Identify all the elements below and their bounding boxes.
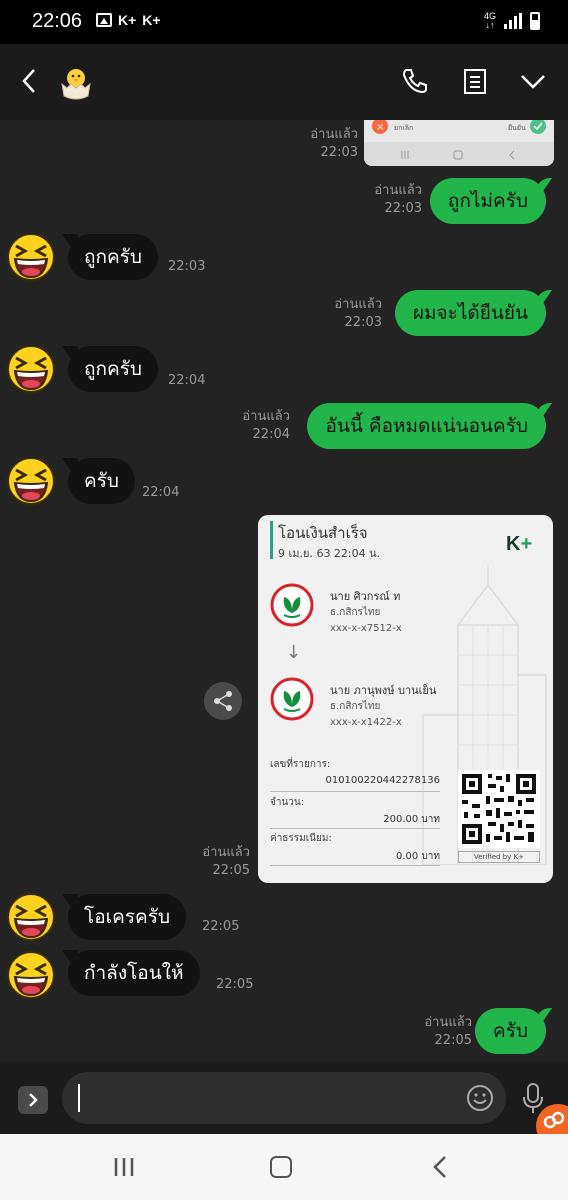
kplus-logo: K+ (506, 533, 533, 555)
back-icon[interactable] (18, 66, 42, 96)
kplus-notification-icon: K+ (142, 12, 161, 28)
kbank-logo-icon (270, 583, 314, 627)
incoming-message[interactable]: ถูกครับ (68, 346, 158, 392)
status-time: 22:06 (32, 10, 83, 32)
message-time: 22:03 (168, 259, 206, 274)
kplus-notification-icon: K+ (118, 12, 137, 28)
fee-label: ค่าธรรมเนียม: (270, 833, 332, 844)
divider (270, 828, 440, 829)
message-meta: อ่านแล้ว 22:03 (334, 297, 382, 330)
chevron-down-icon[interactable] (518, 66, 548, 96)
message-time: 22:05 (216, 977, 254, 992)
phone-icon[interactable] (400, 66, 430, 96)
incoming-message[interactable]: โอเครครับ (68, 894, 187, 940)
chevron-right-icon (29, 1093, 38, 1107)
sender-bank: ธ.กสิกรไทย (330, 607, 381, 618)
sender-name: นาย ศิวกรณ์ ท (330, 590, 401, 603)
network-4g-icon: 4G ↓↑ (483, 11, 496, 30)
emoji-icon[interactable] (466, 1084, 494, 1112)
recipient-name: นาย ภานุพงษ์ บานเย็น (330, 684, 437, 697)
share-icon[interactable] (204, 682, 242, 720)
receipt-accent-bar (270, 521, 273, 559)
status-bar: 22:06 K+ K+ 4G ↓↑ (0, 0, 568, 44)
incoming-message[interactable]: ครับ (68, 458, 135, 504)
outgoing-message[interactable]: อันนี้ คือหมดแน่นอนครับ (307, 403, 546, 449)
laughing-emoji-avatar[interactable] (6, 344, 56, 394)
home-icon[interactable] (270, 1156, 292, 1178)
message-time: 22:04 (142, 485, 180, 500)
system-navigation-bar (0, 1134, 568, 1200)
battery-icon (530, 12, 540, 30)
message-meta: อ่านแล้ว 22:03 (310, 127, 358, 160)
kbank-logo-icon (270, 677, 314, 721)
laughing-emoji-avatar[interactable] (6, 892, 56, 942)
ref-label: เลขที่รายการ: (270, 759, 331, 770)
gallery-notification-icon (96, 13, 112, 27)
arrow-down-icon: ↓ (286, 642, 302, 663)
verified-badge: Verified by K+ (458, 851, 540, 863)
message-meta: อ่านแล้ว 22:05 (202, 845, 250, 878)
message-meta: อ่านแล้ว 22:03 (374, 183, 422, 216)
laughing-emoji-avatar[interactable] (6, 950, 56, 1000)
svg-text:ยกเลิก: ยกเลิก (394, 124, 413, 132)
laughing-emoji-avatar[interactable] (6, 456, 56, 506)
amount-label: จำนวน: (270, 797, 305, 808)
fee-value: 0.00 บาท (396, 851, 440, 862)
outgoing-message[interactable]: ถูกไม่ครับ (429, 178, 546, 224)
expand-menu-button[interactable] (18, 1086, 48, 1114)
outgoing-message[interactable]: ครับ (475, 1008, 546, 1054)
recipient-bank: ธ.กสิกรไทย (330, 701, 381, 712)
message-time: 22:04 (168, 373, 206, 388)
receipt-title: โอนเงินสำเร็จ (278, 524, 368, 542)
chat-messages: อ่านแล้ว 22:03 × ยกเลิก ยืนยัน อ่านแล้ว 22… (0, 120, 568, 1062)
message-time: 22:05 (202, 919, 240, 934)
message-input[interactable] (62, 1072, 506, 1124)
qr-code (458, 770, 540, 848)
sender-account: xxx-x-x7512-x (330, 623, 402, 634)
message-meta: อ่านแล้ว 22:04 (242, 409, 290, 442)
amount-value: 200.00 บาท (383, 814, 440, 825)
message-input-bar (0, 1062, 568, 1134)
incoming-message[interactable]: กำลังโอนให้ (68, 950, 200, 996)
outgoing-message[interactable]: ผมจะได้ยืนยัน (394, 290, 546, 336)
notes-icon[interactable] (460, 66, 490, 96)
svg-text:×: × (376, 122, 384, 133)
divider (270, 865, 440, 866)
receipt-date: 9 เม.ย. 63 22:04 น. (278, 547, 381, 560)
chat-header (0, 44, 568, 120)
back-nav-icon[interactable] (430, 1154, 450, 1180)
text-cursor (78, 1084, 80, 1112)
ref-value: 010100220442278136 (325, 775, 440, 786)
signal-icon (504, 13, 522, 29)
avatar[interactable] (58, 62, 94, 102)
transfer-receipt-image[interactable]: โอนเงินสำเร็จ 9 เม.ย. 63 22:04 น. K+ นาย… (258, 515, 553, 883)
recent-apps-icon[interactable] (112, 1156, 136, 1178)
svg-text:ยืนยัน: ยืนยัน (508, 124, 526, 132)
laughing-emoji-avatar[interactable] (6, 232, 56, 282)
message-meta: อ่านแล้ว 22:05 (424, 1015, 472, 1048)
divider (270, 791, 440, 792)
incoming-message[interactable]: ถูกครับ (68, 234, 158, 280)
recipient-account: xxx-x-x1422-x (330, 717, 402, 728)
image-message[interactable]: × ยกเลิก ยืนยัน (364, 120, 554, 166)
